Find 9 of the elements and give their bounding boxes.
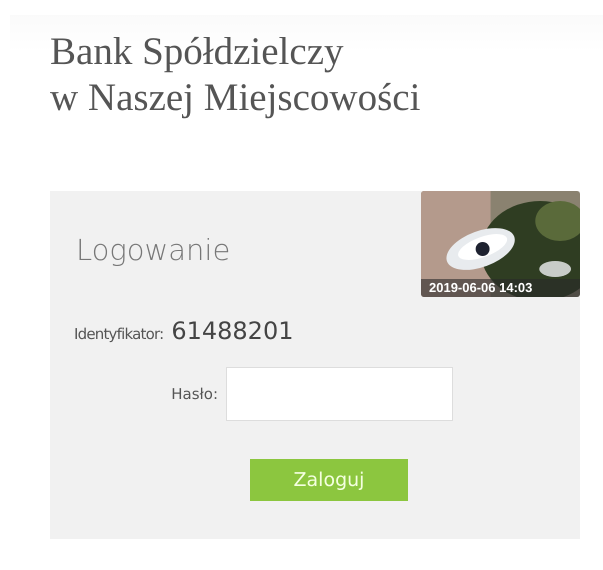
identifier-value: 61488201 [171,317,294,345]
login-button[interactable]: Zaloguj [250,459,408,501]
login-title: Logowanie [76,233,230,267]
photo-timestamp: 2019-06-06 14:03 [429,280,532,295]
identifier-label: Identyfikator: [74,325,164,343]
bank-name: Bank Spółdzielczy [50,29,344,75]
password-label: Hasło: [170,385,218,403]
bank-name: w Naszej Miejscowości [50,75,420,121]
password-field[interactable] [226,367,453,421]
